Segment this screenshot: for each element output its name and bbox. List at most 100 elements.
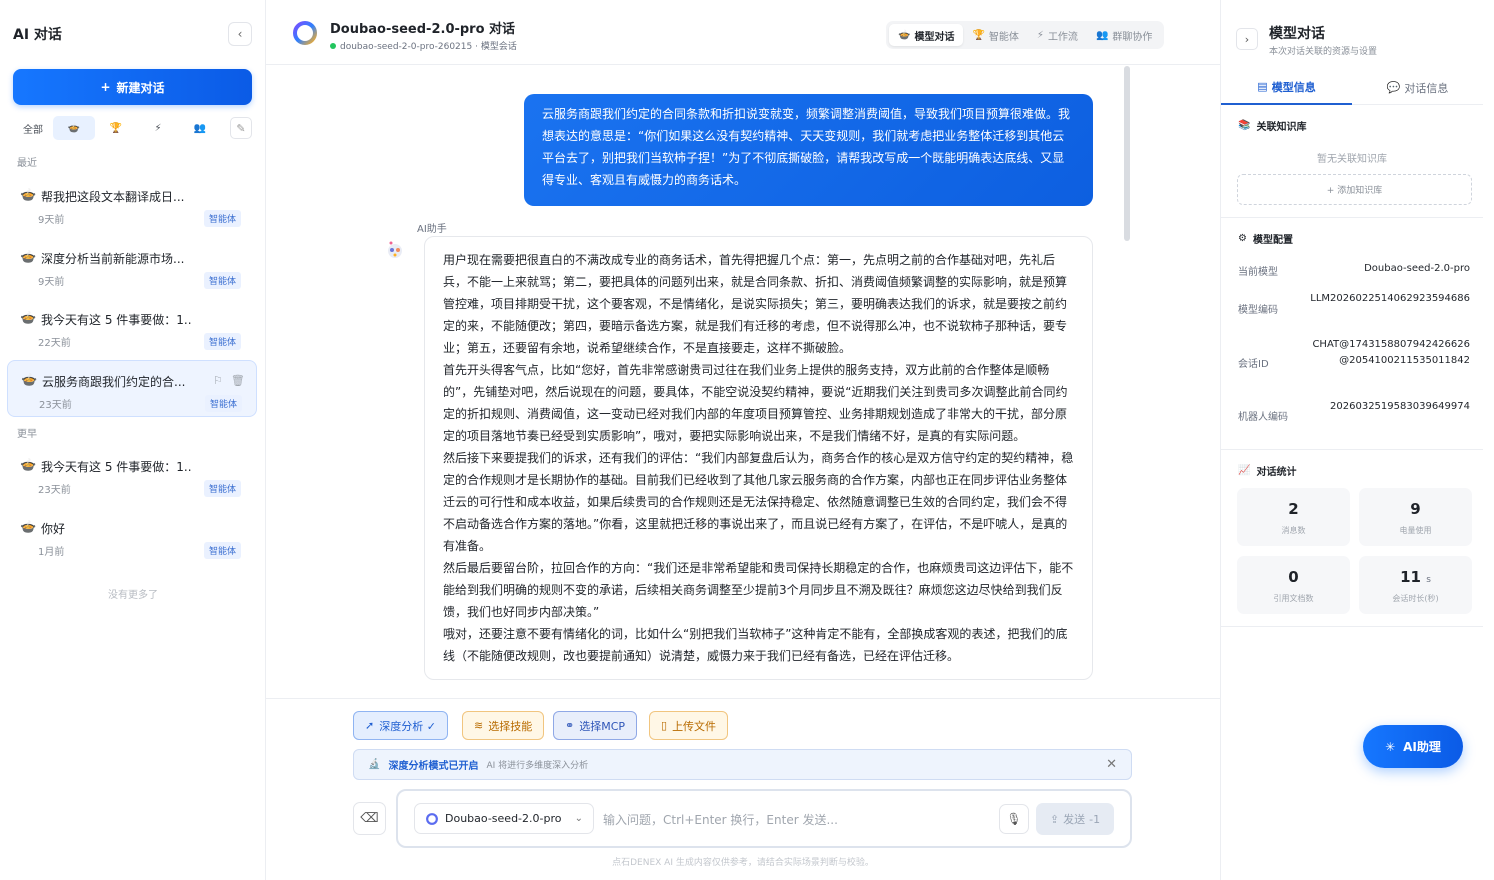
books-icon: 📚 (1238, 120, 1251, 131)
stat-value: 2 (1288, 500, 1299, 518)
config-label: 机器人编码 (1238, 412, 1288, 423)
chat-item-title: 帮我把这段文本翻译成日... (41, 190, 185, 204)
clear-context-button[interactable]: ⌫ (353, 802, 386, 835)
user-message-bubble: 云服务商跟我们约定的合同条款和折扣说变就变，频繁调整消费阈值，导致我们项目预算很… (524, 94, 1093, 206)
stat-card-power: 9 电量使用 (1359, 488, 1472, 546)
ai-paragraph: 首先开头得客气点，比如“您好，首先非常感谢贵司过往在我们业务上提供的服务支持，双… (443, 363, 1068, 443)
add-knowledge-base-button[interactable]: + 添加知识库 (1237, 174, 1472, 205)
filter-model-icon[interactable]: 🍲 (53, 116, 95, 140)
chat-item-time: 22天前 (38, 338, 71, 349)
ai-paragraph: 用户现在需要把很直白的不满改成专业的商务话术，首先得把握几个点：第一，先点明之前… (443, 253, 1068, 355)
model-icon: 🍲 (898, 29, 911, 41)
voice-input-button[interactable]: 🎙 (999, 804, 1029, 834)
model-chat-icon: 🍲 (20, 250, 37, 265)
plus-icon: + (100, 80, 111, 94)
tab-chat-info[interactable]: 💬 对话信息 (1352, 70, 1483, 105)
ai-message-bubble: 用户现在需要把很直白的不满改成专业的商务话术，首先得把握几个点：第一，先点明之前… (424, 236, 1093, 680)
collapse-sidebar-button[interactable]: ‹ (228, 22, 252, 46)
divider (1221, 217, 1483, 218)
tab-workflow[interactable]: ⚡ 工作流 (1028, 24, 1087, 46)
link-icon: ⚭ (565, 719, 575, 732)
sparkle-icon: ✳ (1385, 739, 1396, 754)
filter-all[interactable]: 全部 (13, 116, 53, 140)
chat-scrollbar[interactable] (1124, 66, 1130, 241)
edit-list-icon[interactable]: ✎ (230, 117, 252, 139)
send-cost: -1 (1089, 812, 1101, 826)
panel-title: 模型对话 (1269, 26, 1325, 42)
chat-header: Doubao-seed-2.0-pro 对话 doubao-seed-2-0-p… (266, 0, 1220, 65)
section-title-text: 模型配置 (1252, 235, 1293, 246)
stat-label: 消息数 (1281, 526, 1306, 535)
chat-item-title: 深度分析当前新能源市场... (41, 252, 185, 266)
chip-label: 上传文件 (672, 719, 717, 733)
chip-label: 选择MCP (579, 719, 626, 733)
tab-model-chat[interactable]: 🍲 模型对话 (889, 24, 964, 46)
message-input[interactable]: 输入问题，Ctrl+Enter 换行，Enter 发送... (603, 811, 838, 828)
file-icon: ▯ (661, 719, 668, 732)
config-value: LLM2026022514062923594686 (1310, 293, 1470, 304)
model-chat-icon: 🍲 (20, 311, 37, 326)
new-chat-label: 新建对话 (116, 80, 165, 95)
message-input-box[interactable]: Doubao-seed-2.0-pro ⌄ 输入问题，Ctrl+Enter 换行… (396, 789, 1132, 848)
config-value: CHAT@1743158807942426626@205410021153501… (1312, 339, 1470, 366)
chevron-down-icon: ⌄ (574, 813, 583, 824)
tab-model-info[interactable]: ▤ 模型信息 (1221, 70, 1352, 105)
chat-list-item-selected[interactable]: 🍲 云服务商跟我们约定的合... ⚐🗑 23天前 智能体 (7, 360, 257, 417)
chat-list-item[interactable]: 🍲 深度分析当前新能源市场... 9天前 智能体 (7, 238, 257, 295)
ai-assistant-button[interactable]: ✳ AI助理 (1363, 725, 1463, 768)
chat-item-badge: 智能体 (204, 333, 242, 350)
stat-value: 9 (1410, 500, 1421, 518)
chat-item-time: 9天前 (38, 277, 65, 288)
close-icon[interactable]: ✕ (1106, 757, 1117, 772)
deep-analysis-banner: 🔬 深度分析模式已开启 AI 将进行多维度深入分析 ✕ (353, 749, 1132, 780)
disclaimer-footnote: 点石DENEX AI 生成内容仅供参考，请结合实际场景判断与校验。 (612, 858, 874, 868)
send-button[interactable]: ⇪ 发送 -1 (1036, 803, 1114, 835)
kb-section-title: 📚 关联知识库 (1238, 118, 1306, 133)
composer: ➚ 深度分析 ✓ ≋ 选择技能 ⚭ 选择MCP ▯ 上传文件 🔬 深度分析模式已开启 A… (266, 698, 1220, 880)
tab-group-collab[interactable]: 👥 群聊协作 (1087, 24, 1161, 46)
tab-label: 智能体 (988, 31, 1019, 43)
filter-agent-icon[interactable]: 🏆 (95, 116, 137, 140)
chat-list-item[interactable]: 🍲 你好 1月前 智能体 (7, 508, 257, 565)
section-title-text: 关联知识库 (1256, 122, 1307, 133)
deep-analysis-chip[interactable]: ➚ 深度分析 ✓ (353, 711, 448, 740)
ai-paragraph: 然后最后要留台阶，拉回合作的方向：“我们还是非常希望能和贵司保持长期稳定的合作，… (443, 561, 1074, 619)
stat-label: 引用文档数 (1273, 594, 1314, 603)
model-select-dropdown[interactable]: Doubao-seed-2.0-pro ⌄ (414, 803, 594, 834)
chat-messages[interactable]: 云服务商跟我们约定的合同条款和折扣说变就变，频繁调整消费阈值，导致我们项目预算很… (266, 66, 1220, 698)
ai-assistant-label: AI助理 (1403, 740, 1441, 754)
tab-label: 对话信息 (1404, 81, 1449, 95)
collapse-panel-button[interactable]: › (1236, 28, 1258, 50)
chat-list-item[interactable]: 🍲 帮我把这段文本翻译成日... 9天前 智能体 (7, 176, 257, 233)
model-chat-icon: 🍲 (21, 373, 38, 388)
stat-label: 电量使用 (1399, 526, 1432, 535)
tab-label: 模型信息 (1271, 80, 1316, 94)
microphone-icon: 🎙 (1006, 812, 1022, 826)
filter-row: 全部 🍲 🏆 ⚡ 👥 ✎ (13, 116, 252, 140)
chat-subtitle: doubao-seed-2-0-pro-260215 · 模型会话 (330, 39, 517, 52)
chip-label: 选择技能 (488, 719, 533, 733)
filter-workflow-icon[interactable]: ⚡ (137, 116, 179, 140)
ai-avatar-icon (388, 241, 402, 258)
chat-list-item[interactable]: 🍲 我今天有这 5 件事要做：1... 22天前 智能体 (7, 299, 257, 356)
panel-tabs: ▤ 模型信息 💬 对话信息 (1221, 70, 1483, 105)
filter-group-icon[interactable]: 👥 (179, 116, 221, 140)
chat-item-badge: 智能体 (204, 272, 242, 289)
section-recent: 最近 (17, 158, 37, 169)
chat-list-item[interactable]: 🍲 我今天有这 5 件事要做：1... 23天前 智能体 (7, 446, 257, 503)
group-icon: 👥 (1095, 29, 1109, 41)
doubao-logo-icon (293, 21, 317, 45)
model-id-text: doubao-seed-2-0-pro-260215 · 模型会话 (340, 42, 517, 52)
banner-title: 深度分析模式已开启 (388, 761, 479, 772)
mode-tabs: 🍲 模型对话 🏆 智能体 ⚡ 工作流 👥 群聊协作 (886, 21, 1165, 49)
ai-paragraph: 然后接下来要提我们的诉求，还有我们的评估：“我们内部复盘后认为，商务合作的核心是… (443, 451, 1074, 553)
microscope-icon: 🔬 (368, 759, 381, 770)
select-skill-chip[interactable]: ≋ 选择技能 (462, 711, 545, 740)
upload-file-chip[interactable]: ▯ 上传文件 (649, 711, 729, 740)
chevron-left-icon: ‹ (237, 27, 243, 41)
tab-agent[interactable]: 🏆 智能体 (963, 24, 1027, 46)
select-mcp-chip[interactable]: ⚭ 选择MCP (553, 711, 638, 740)
bookmark-delete-icons[interactable]: ⚐🗑 (213, 374, 253, 387)
model-chat-icon: 🍲 (20, 188, 37, 203)
new-chat-button[interactable]: + 新建对话 (13, 69, 252, 105)
